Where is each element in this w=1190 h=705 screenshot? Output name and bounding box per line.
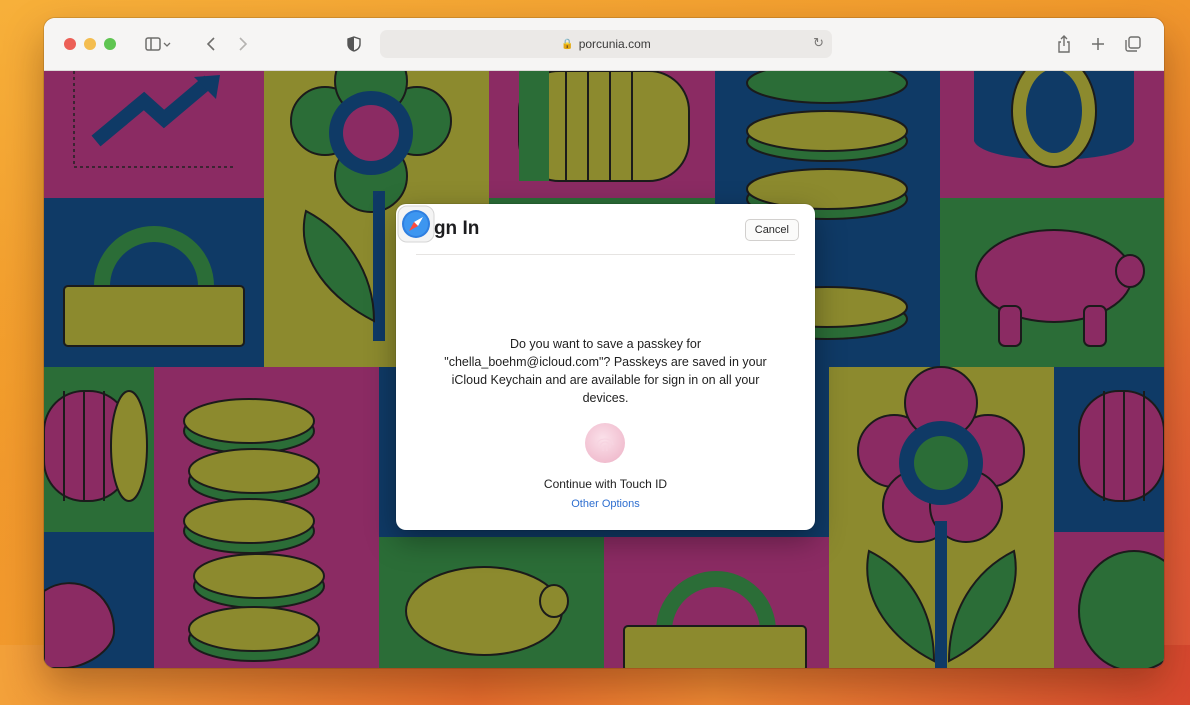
new-tab-button[interactable]: [1088, 32, 1108, 56]
address-bar[interactable]: 🔒 porcunia.com ↻: [380, 30, 832, 58]
forward-button[interactable]: [234, 32, 252, 56]
lock-icon: 🔒: [561, 38, 574, 50]
passkey-sign-in-dialog: Sign In Cancel Do you want to save a pas…: [396, 204, 815, 530]
sidebar-icon: [145, 37, 171, 51]
safari-compass-icon: [397, 205, 435, 243]
sidebar-toggle-button[interactable]: [140, 32, 176, 56]
chevron-left-icon: [206, 37, 215, 51]
chevron-right-icon: [239, 37, 248, 51]
share-icon: [1058, 35, 1070, 53]
shield-icon: [347, 36, 361, 52]
tabs-overview-icon: [1125, 36, 1141, 52]
other-options-link[interactable]: Other Options: [396, 498, 815, 510]
tab-overview-button[interactable]: [1122, 32, 1144, 56]
reload-icon[interactable]: ↻: [813, 35, 824, 51]
minimize-window-button[interactable]: [84, 38, 96, 50]
webpage-content: Sign In Cancel Do you want to save a pas…: [44, 71, 1164, 668]
passkey-message: Do you want to save a passkey for "chell…: [444, 337, 767, 405]
back-button[interactable]: [202, 32, 220, 56]
continue-with-touch-id[interactable]: Continue with Touch ID: [396, 477, 815, 491]
close-window-button[interactable]: [64, 38, 76, 50]
dialog-divider: [416, 254, 795, 255]
browser-toolbar: 🔒 porcunia.com ↻: [44, 18, 1164, 71]
zoom-window-button[interactable]: [104, 38, 116, 50]
fingerprint-icon[interactable]: [585, 423, 625, 463]
share-button[interactable]: [1054, 32, 1074, 56]
plus-icon: [1092, 38, 1104, 50]
fingerprint-lines: [596, 438, 614, 452]
privacy-report-button[interactable]: [344, 32, 364, 56]
address-bar-url: porcunia.com: [578, 37, 651, 51]
safari-window: 🔒 porcunia.com ↻ Sign In Cancel Do you w…: [44, 18, 1164, 668]
cancel-button[interactable]: Cancel: [744, 219, 799, 241]
